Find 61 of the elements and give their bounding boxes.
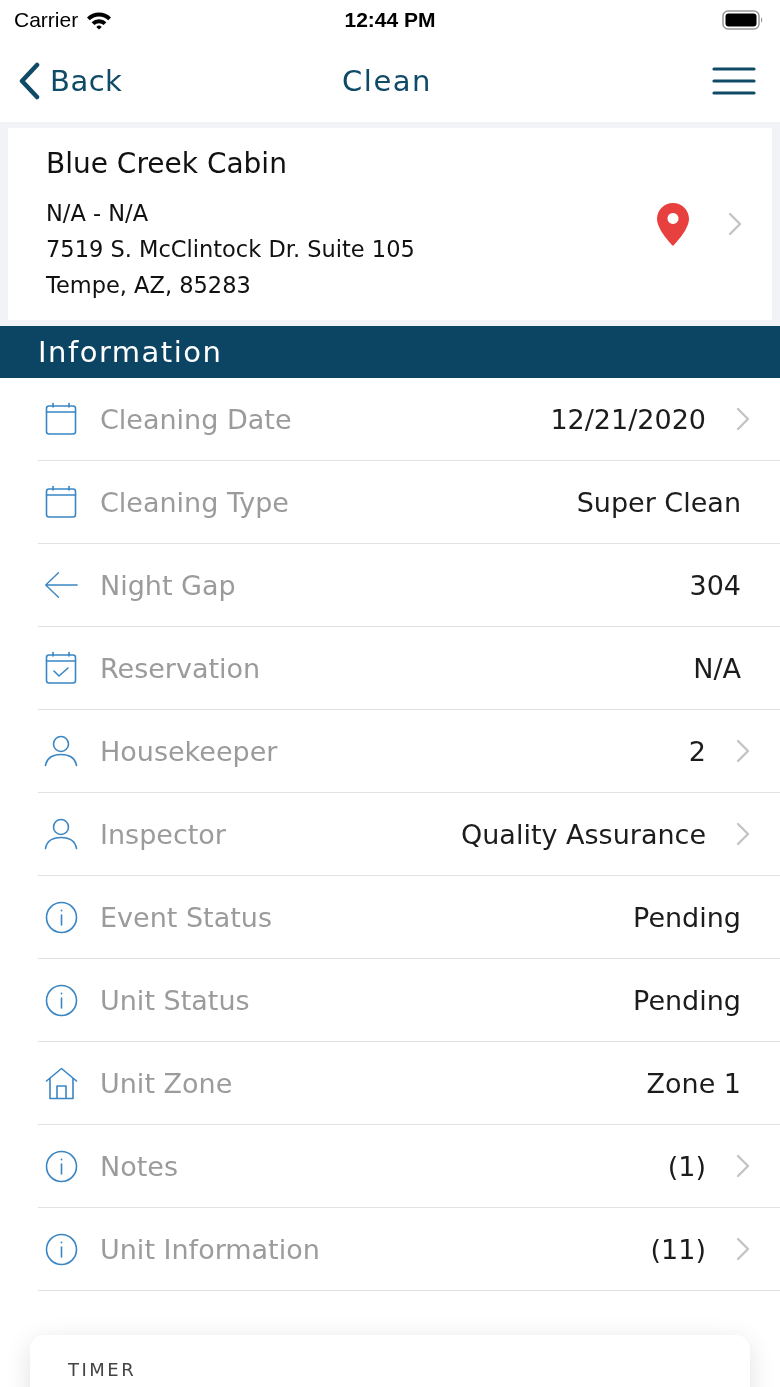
row-value: 304	[689, 569, 741, 601]
info-icon	[44, 983, 78, 1017]
calendar-icon	[45, 402, 77, 436]
calendar-icon	[45, 485, 77, 519]
row-value: Pending	[633, 901, 741, 933]
chevron-right-icon	[736, 1154, 750, 1178]
row-value: Quality Assurance	[461, 818, 706, 850]
row-label: Notes	[100, 1150, 179, 1182]
row-label: Unit Status	[100, 984, 251, 1016]
chevron-right-icon	[728, 212, 742, 236]
row-value: 2	[688, 735, 706, 767]
row-value: Super Clean	[576, 486, 741, 518]
menu-icon	[712, 67, 756, 95]
chevron-right-icon	[736, 739, 750, 763]
row-value: (1)	[667, 1150, 706, 1182]
row-label: Inspector	[100, 818, 227, 850]
battery-icon	[722, 10, 764, 30]
property-name: Blue Creek Cabin	[46, 145, 288, 182]
info-row[interactable]: Cleaning Date 12/21/2020	[0, 378, 780, 461]
row-label: Reservation	[100, 652, 262, 684]
info-row[interactable]: Notes (1)	[0, 1125, 780, 1208]
map-pin-icon	[656, 201, 690, 247]
row-value: (11)	[650, 1233, 706, 1265]
info-row[interactable]: Inspector Quality Assurance	[0, 793, 780, 876]
back-chevron-icon	[18, 62, 40, 100]
row-label: Unit Zone	[100, 1067, 234, 1099]
row-label: Event Status	[100, 901, 273, 933]
calendar-check-icon	[45, 651, 77, 685]
row-label: Unit Information	[100, 1233, 321, 1265]
person-icon	[44, 735, 78, 767]
wifi-icon	[86, 10, 113, 30]
row-label: Housekeeper	[100, 735, 279, 767]
info-icon	[44, 1149, 78, 1183]
arrow-left-icon	[44, 569, 78, 601]
row-value: N/A	[693, 652, 741, 684]
menu-button[interactable]	[712, 67, 756, 95]
section-header: Information	[0, 326, 780, 378]
info-row[interactable]: Housekeeper 2	[0, 710, 780, 793]
row-label: Cleaning Date	[100, 403, 293, 435]
chevron-right-icon	[736, 1237, 750, 1261]
timer-title: TIMER	[68, 1359, 137, 1380]
screen-title: Clean	[342, 64, 432, 98]
row-label: Night Gap	[100, 569, 237, 601]
info-icon	[44, 1232, 78, 1266]
clock-time: 12:44 PM	[344, 8, 436, 32]
chevron-right-icon	[736, 822, 750, 846]
row-value: Zone 1	[646, 1067, 741, 1099]
person-icon	[44, 818, 78, 850]
address-line: Tempe, AZ, 85283	[46, 270, 252, 300]
address-line: N/A - N/A	[46, 198, 150, 228]
info-icon	[44, 900, 78, 934]
row-value: Pending	[633, 984, 741, 1016]
info-row[interactable]: Unit Information (11)	[0, 1208, 780, 1291]
house-icon	[44, 1066, 78, 1100]
address-line: 7519 S. McClintock Dr. Suite 105	[46, 234, 416, 264]
carrier-name: Carrier	[14, 8, 79, 32]
row-value: 12/21/2020	[550, 403, 706, 435]
back-button[interactable]: Back	[18, 62, 123, 100]
row-label: Cleaning Type	[100, 486, 290, 518]
chevron-right-icon	[736, 407, 750, 431]
property-card[interactable]: Blue Creek Cabin N/A - N/A 7519 S. McClintock Dr. Suite 105 Tempe, AZ, 85283	[8, 128, 772, 320]
